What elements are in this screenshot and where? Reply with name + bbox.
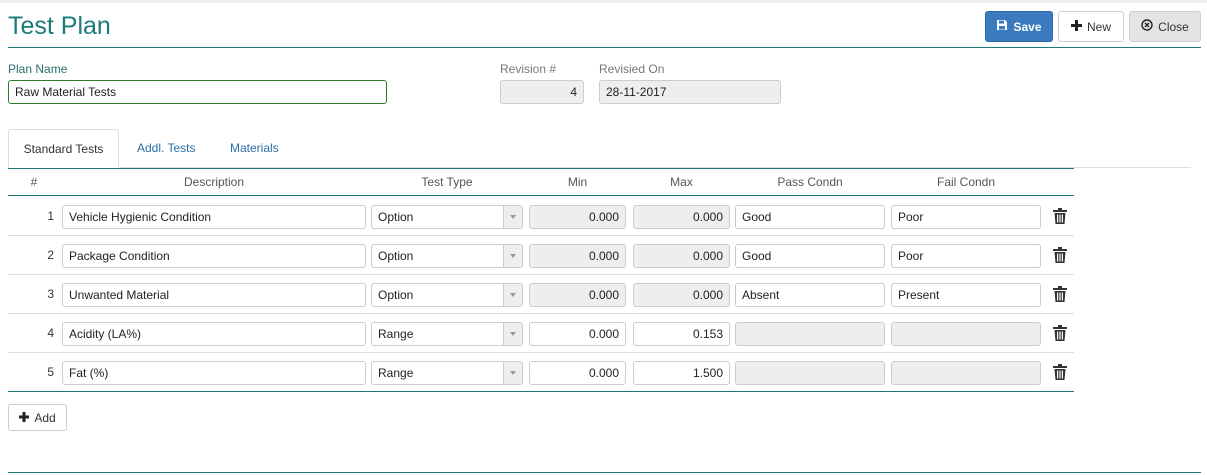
row-number: 3 [47,287,54,301]
description-input[interactable]: Unwanted Material [62,283,366,307]
top-border [0,0,1207,3]
min-input[interactable]: 0.000 [529,322,626,346]
caret-down-icon[interactable] [503,362,522,384]
plus-icon [19,411,30,425]
max-input: 0.000 [633,244,730,268]
new-button[interactable]: New [1058,11,1124,42]
save-button[interactable]: Save [985,11,1053,42]
add-row-button[interactable]: Add [8,404,67,431]
test-type-select[interactable]: Option [371,205,523,229]
caret-down-icon[interactable] [503,245,522,267]
caret-down-icon[interactable] [503,206,522,228]
close-circle-icon [1141,19,1153,34]
pass-condn-input [735,361,885,385]
test-type-select[interactable]: Range [371,322,523,346]
description-input[interactable]: Fat (%) [62,361,366,385]
plan-name-label: Plan Name [8,62,68,76]
col-description: Description [183,175,245,189]
table-row: 5 Fat (%) Range 0.000 1.500 [8,353,1074,392]
trash-icon[interactable] [1053,208,1067,224]
tab-standard-tests[interactable]: Standard Tests [8,129,119,168]
floppy-disk-icon [996,19,1008,34]
table-header: # Description Test Type Min Max Pass Con… [8,168,1074,196]
fail-condn-input [891,361,1041,385]
min-input: 0.000 [529,205,626,229]
max-input[interactable]: 0.153 [633,322,730,346]
plan-name-input[interactable]: Raw Material Tests [8,80,387,104]
fail-condn-input[interactable]: Poor [891,205,1041,229]
description-input[interactable]: Vehicle Hygienic Condition [62,205,366,229]
table-row: 4 Acidity (LA%) Range 0.000 0.153 [8,314,1074,353]
min-input: 0.000 [529,283,626,307]
table-row: 2 Package Condition Option 0.000 0.000 G… [8,236,1074,275]
footer-divider [8,472,1201,473]
test-type-value: Range [378,366,414,380]
col-fail-condn: Fail Condn [936,175,996,189]
min-input[interactable]: 0.000 [529,361,626,385]
col-min: Min [567,175,588,189]
trash-icon[interactable] [1053,364,1067,380]
test-type-value: Option [378,249,414,263]
plus-icon [1070,19,1082,34]
tab-bar: Standard Tests Addl. Tests Materials [8,129,1191,169]
revised-on-label: Revisied On [599,62,665,76]
trash-icon[interactable] [1053,247,1067,263]
close-label: Close [1158,19,1189,34]
col-test-type: Test Type [421,175,473,189]
test-type-select[interactable]: Option [371,283,523,307]
description-input[interactable]: Package Condition [62,244,366,268]
description-input[interactable]: Acidity (LA%) [62,322,366,346]
pass-condn-input[interactable]: Absent [735,283,885,307]
fail-condn-input[interactable]: Poor [891,244,1041,268]
trash-icon[interactable] [1053,286,1067,302]
revision-label: Revision # [500,62,557,76]
close-button[interactable]: Close [1129,11,1201,42]
pass-condn-input[interactable]: Good [735,244,885,268]
col-max: Max [670,175,693,189]
pass-condn-input [735,322,885,346]
row-number: 4 [47,326,54,340]
revised-on-field: 28-11-2017 [599,80,781,104]
table-row: 3 Unwanted Material Option 0.000 0.000 A… [8,275,1074,314]
save-label: Save [1013,19,1042,34]
row-number: 1 [47,209,54,223]
test-type-select[interactable]: Option [371,244,523,268]
tab-materials[interactable]: Materials [216,129,293,168]
page-title: Test Plan [8,12,111,40]
tab-addl-tests[interactable]: Addl. Tests [123,129,209,168]
new-label: New [1086,19,1111,34]
col-pass-condn: Pass Condn [777,175,843,189]
caret-down-icon[interactable] [503,323,522,345]
fail-condn-input[interactable]: Present [891,283,1041,307]
test-type-value: Range [378,327,414,341]
trash-icon[interactable] [1053,325,1067,341]
row-number: 2 [47,248,54,262]
test-type-value: Option [378,210,414,224]
test-type-value: Option [378,288,414,302]
header-divider [8,47,1201,48]
add-label: Add [34,410,56,425]
row-number: 5 [47,365,54,379]
revision-field: 4 [500,80,584,104]
max-input: 0.000 [633,205,730,229]
min-input: 0.000 [529,244,626,268]
table-row: 1 Vehicle Hygienic Condition Option 0.00… [8,197,1074,236]
max-input: 0.000 [633,283,730,307]
fail-condn-input [891,322,1041,346]
caret-down-icon[interactable] [503,284,522,306]
test-type-select[interactable]: Range [371,361,523,385]
pass-condn-input[interactable]: Good [735,205,885,229]
max-input[interactable]: 1.500 [633,361,730,385]
col-number: # [30,175,38,189]
